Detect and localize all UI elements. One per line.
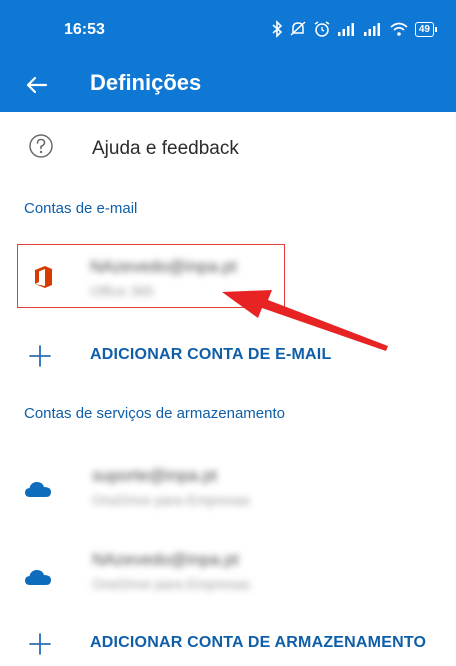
signal-icon xyxy=(337,23,354,36)
storage-account-address: suporte@inpa.pt xyxy=(92,466,218,485)
mute-icon xyxy=(290,21,306,36)
status-time: 16:53 xyxy=(64,21,105,38)
email-account-type: Office 365 xyxy=(90,283,154,299)
onedrive-cloud-icon xyxy=(25,482,51,497)
bluetooth-icon xyxy=(272,20,283,38)
email-accounts-header: Contas de e-mail xyxy=(24,200,138,217)
plus-icon xyxy=(29,633,51,655)
storage-accounts-header: Contas de serviços de armazenamento xyxy=(24,405,285,422)
signal-icon xyxy=(363,23,380,36)
add-storage-account-button[interactable]: ADICIONAR CONTA DE ARMAZENAMENTO xyxy=(0,626,456,666)
help-feedback-item[interactable]: Ajuda e feedback xyxy=(0,125,456,171)
plus-icon xyxy=(29,345,51,367)
office-icon xyxy=(35,266,52,288)
storage-account-address: NAzevedo@inpa.pt xyxy=(92,550,239,569)
storage-account-item[interactable]: NAzevedo@inpa.pt OneDrive para Empresas xyxy=(0,540,456,610)
status-icons: 49 xyxy=(271,19,438,39)
storage-account-item[interactable]: suporte@inpa.pt OneDrive para Empresas xyxy=(0,452,456,522)
status-bar: 16:53 49 xyxy=(0,0,456,58)
storage-account-type: OneDrive para Empresas xyxy=(92,492,250,508)
app-bar: Definições xyxy=(0,58,456,112)
storage-account-type: OneDrive para Empresas xyxy=(92,576,250,592)
help-feedback-label: Ajuda e feedback xyxy=(92,138,239,159)
wifi-icon xyxy=(390,22,408,36)
arrow-left-icon[interactable] xyxy=(22,70,52,100)
question-circle-icon xyxy=(29,134,53,158)
add-email-account-button[interactable]: ADICIONAR CONTA DE E-MAIL xyxy=(0,338,456,378)
battery-icon: 49 xyxy=(414,21,438,37)
add-storage-account-label: ADICIONAR CONTA DE ARMAZENAMENTO xyxy=(90,634,427,651)
email-account-address: NAzevedo@inpa.pt xyxy=(90,257,237,276)
add-email-account-label: ADICIONAR CONTA DE E-MAIL xyxy=(90,346,332,363)
onedrive-cloud-icon xyxy=(25,570,51,585)
alarm-icon xyxy=(314,21,330,37)
email-account-item[interactable]: NAzevedo@inpa.pt Office 365 xyxy=(17,244,285,308)
page-title: Definições xyxy=(90,70,202,95)
